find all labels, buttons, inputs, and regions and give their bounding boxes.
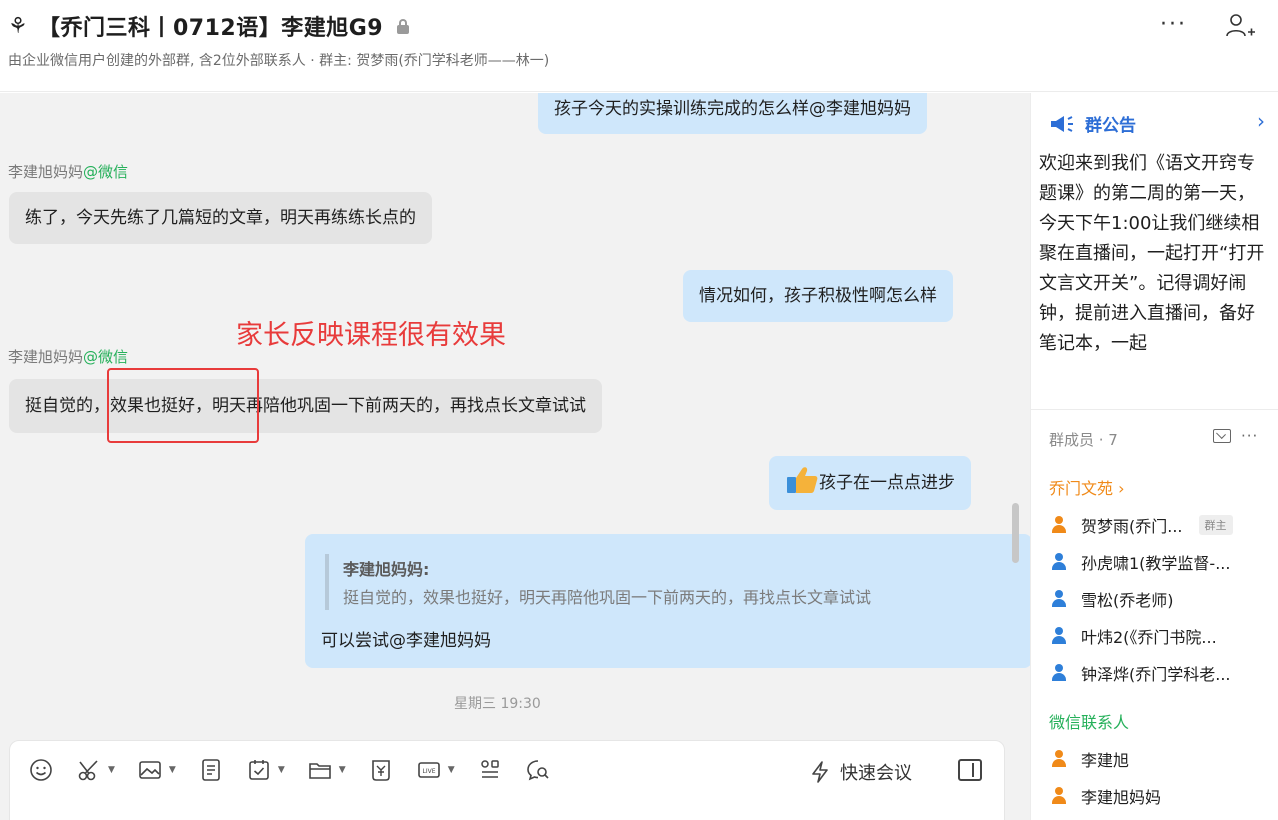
announcement-header[interactable]: 群公告 [1049,111,1136,136]
sender-name: 李建旭妈妈@微信 [8,346,128,367]
apps-icon [480,760,499,778]
red-packet-button[interactable] [368,757,394,783]
member-name: 雪松(乔老师) [1081,591,1174,610]
members-title: 群成员 · 7 [1049,431,1118,449]
member-name: 贺梦雨(乔门... [1081,517,1183,536]
member-item[interactable]: 孙虎啸1(教学监督-... [1051,550,1230,574]
quoted-reply-message[interactable]: 李建旭妈妈: 挺自觉的，效果也挺好，明天再陪他巩固一下前两天的，再找点长文章试试… [305,534,1032,668]
chat-record-button[interactable] [525,757,551,783]
chevron-right-icon[interactable]: › [1257,109,1265,133]
outgoing-message[interactable]: 孩子今天的实操训练完成的怎么样@李建旭妈妈 [538,93,927,134]
group-label-qiaomen[interactable]: 乔门文苑 › [1049,475,1125,499]
add-member-button[interactable] [1224,12,1256,40]
members-more-button[interactable]: ··· [1241,427,1258,445]
group-info-sidebar: 群公告 › 欢迎来到我们《语文开窍专题课》的第二周的第一天，今天下午1:00让我… [1030,93,1278,820]
person-icon [1051,750,1067,768]
outgoing-message[interactable]: 孩子在一点点进步 [769,456,971,510]
chevron-down-icon[interactable]: ▼ [448,765,455,775]
group-chat-icon: ⚘ [8,13,28,39]
document-button[interactable] [198,757,224,783]
screenshot-button[interactable]: ▼ [76,757,115,783]
scrollbar-thumb[interactable] [1012,503,1019,563]
lock-icon [397,19,410,34]
megaphone-icon [1051,115,1073,132]
chat-header: ⚘ 【乔门三科丨0712语】李建旭G9 由企业微信用户创建的外部群, 含2位外部… [0,0,1278,92]
calendar-check-icon [249,760,269,780]
quote-bar [325,554,329,610]
member-item[interactable]: 李建旭 [1051,747,1129,771]
message-list[interactable]: 孩子今天的实操训练完成的怎么样@李建旭妈妈 李建旭妈妈@微信 练了，今天先练了几… [0,93,1032,820]
sender-name: 李建旭妈妈@微信 [8,161,128,182]
quoted-text: 挺自觉的，效果也挺好，明天再陪他巩固一下前两天的，再找点长文章试试 [343,588,872,607]
file-button[interactable]: ▼ [307,757,346,783]
image-button[interactable]: ▼ [137,757,176,783]
person-icon [1051,664,1067,682]
member-item[interactable]: 贺梦雨(乔门... 群主 [1051,513,1233,537]
message-composer[interactable]: ▼ ▼ ▼ ▼ LIVE ▼ 快速会议 [9,740,1005,820]
person-icon [1051,553,1067,571]
quick-meeting-button[interactable]: 快速会议 [808,759,912,785]
chevron-down-icon[interactable]: ▼ [108,765,115,775]
live-icon: LIVE [417,762,440,778]
member-item[interactable]: 雪松(乔老师) [1051,587,1174,611]
emoji-button[interactable] [28,757,54,783]
composer-toolbar: ▼ ▼ ▼ ▼ LIVE ▼ [28,757,573,783]
outgoing-message[interactable]: 情况如何，孩子积极性啊怎么样 [683,270,953,322]
divider [1031,409,1278,410]
person-icon [1051,590,1067,608]
person-icon [1051,627,1067,645]
member-item[interactable]: 钟泽烨(乔门学科老... [1051,661,1231,685]
scissors-icon [78,760,98,781]
image-icon [139,761,161,779]
wechat-source-tag: @微信 [83,348,129,366]
emoji-icon [30,759,52,781]
member-name: 钟泽烨(乔门学科老... [1081,665,1231,684]
live-button[interactable]: LIVE ▼ [416,757,455,783]
member-item[interactable]: 叶炜2(《乔门书院... [1051,624,1217,648]
yuan-icon [371,760,390,781]
red-annotation: 家长反映课程很有效果 [236,320,506,351]
message-timestamp: 星期三 19:30 [454,696,541,712]
sender-label: 李建旭妈妈 [8,163,84,181]
group-title[interactable]: 【乔门三科丨0712语】李建旭G9 [38,10,383,42]
chevron-down-icon[interactable]: ▼ [278,765,285,775]
incoming-message[interactable]: 练了，今天先练了几篇短的文章，明天再练练长点的 [9,192,432,244]
announcement-body: 欢迎来到我们《语文开窍专题课》的第二周的第一天，今天下午1:00让我们继续相聚在… [1039,153,1265,354]
group-label-wechat: 微信联系人 [1049,713,1130,732]
incoming-message[interactable]: 挺自觉的，效果也挺好，明天再陪他巩固一下前两天的，再找点长文章试试 [9,379,602,433]
members-actions: ··· [1213,427,1258,445]
apps-button[interactable] [477,757,503,783]
quick-meeting-label: 快速会议 [840,763,912,784]
schedule-button[interactable]: ▼ [246,757,285,783]
member-name: 李建旭 [1081,751,1130,770]
message-text: 孩子在一点点进步 [819,473,955,493]
owner-badge: 群主 [1198,515,1233,535]
announcement-title: 群公告 [1085,116,1136,136]
member-name: 李建旭妈妈 [1081,788,1162,807]
group-subtitle: 由企业微信用户创建的外部群, 含2位外部联系人 · 群主: 贺梦雨(乔门学科老师… [8,53,550,69]
member-name: 叶炜2(《乔门书院... [1081,628,1217,647]
highlight-box [107,368,259,443]
chat-search-icon [526,760,549,781]
svg-text:LIVE: LIVE [422,768,435,775]
more-options-button[interactable]: ··· [1160,12,1187,37]
quoted-sender: 李建旭妈妈: [343,560,430,579]
sender-label: 李建旭妈妈 [8,348,84,366]
side-panel-toggle-button[interactable] [958,759,982,781]
member-name: 孙虎啸1(教学监督-... [1081,554,1231,573]
folder-icon [308,763,331,779]
document-icon [202,759,220,781]
person-icon [1051,787,1067,805]
chevron-down-icon[interactable]: ▼ [169,765,176,775]
person-icon [1051,516,1067,534]
reply-text: 可以尝试@李建旭妈妈 [321,631,491,651]
thumbs-up-icon [785,465,819,493]
member-item[interactable]: 李建旭妈妈 [1051,784,1161,808]
wechat-source-tag: @微信 [83,163,129,181]
add-person-icon [1226,14,1255,37]
lightning-icon [812,761,828,783]
chevron-down-icon[interactable]: ▼ [339,765,346,775]
mail-icon[interactable] [1213,429,1231,443]
title-row: ⚘ 【乔门三科丨0712语】李建旭G9 [8,8,410,44]
